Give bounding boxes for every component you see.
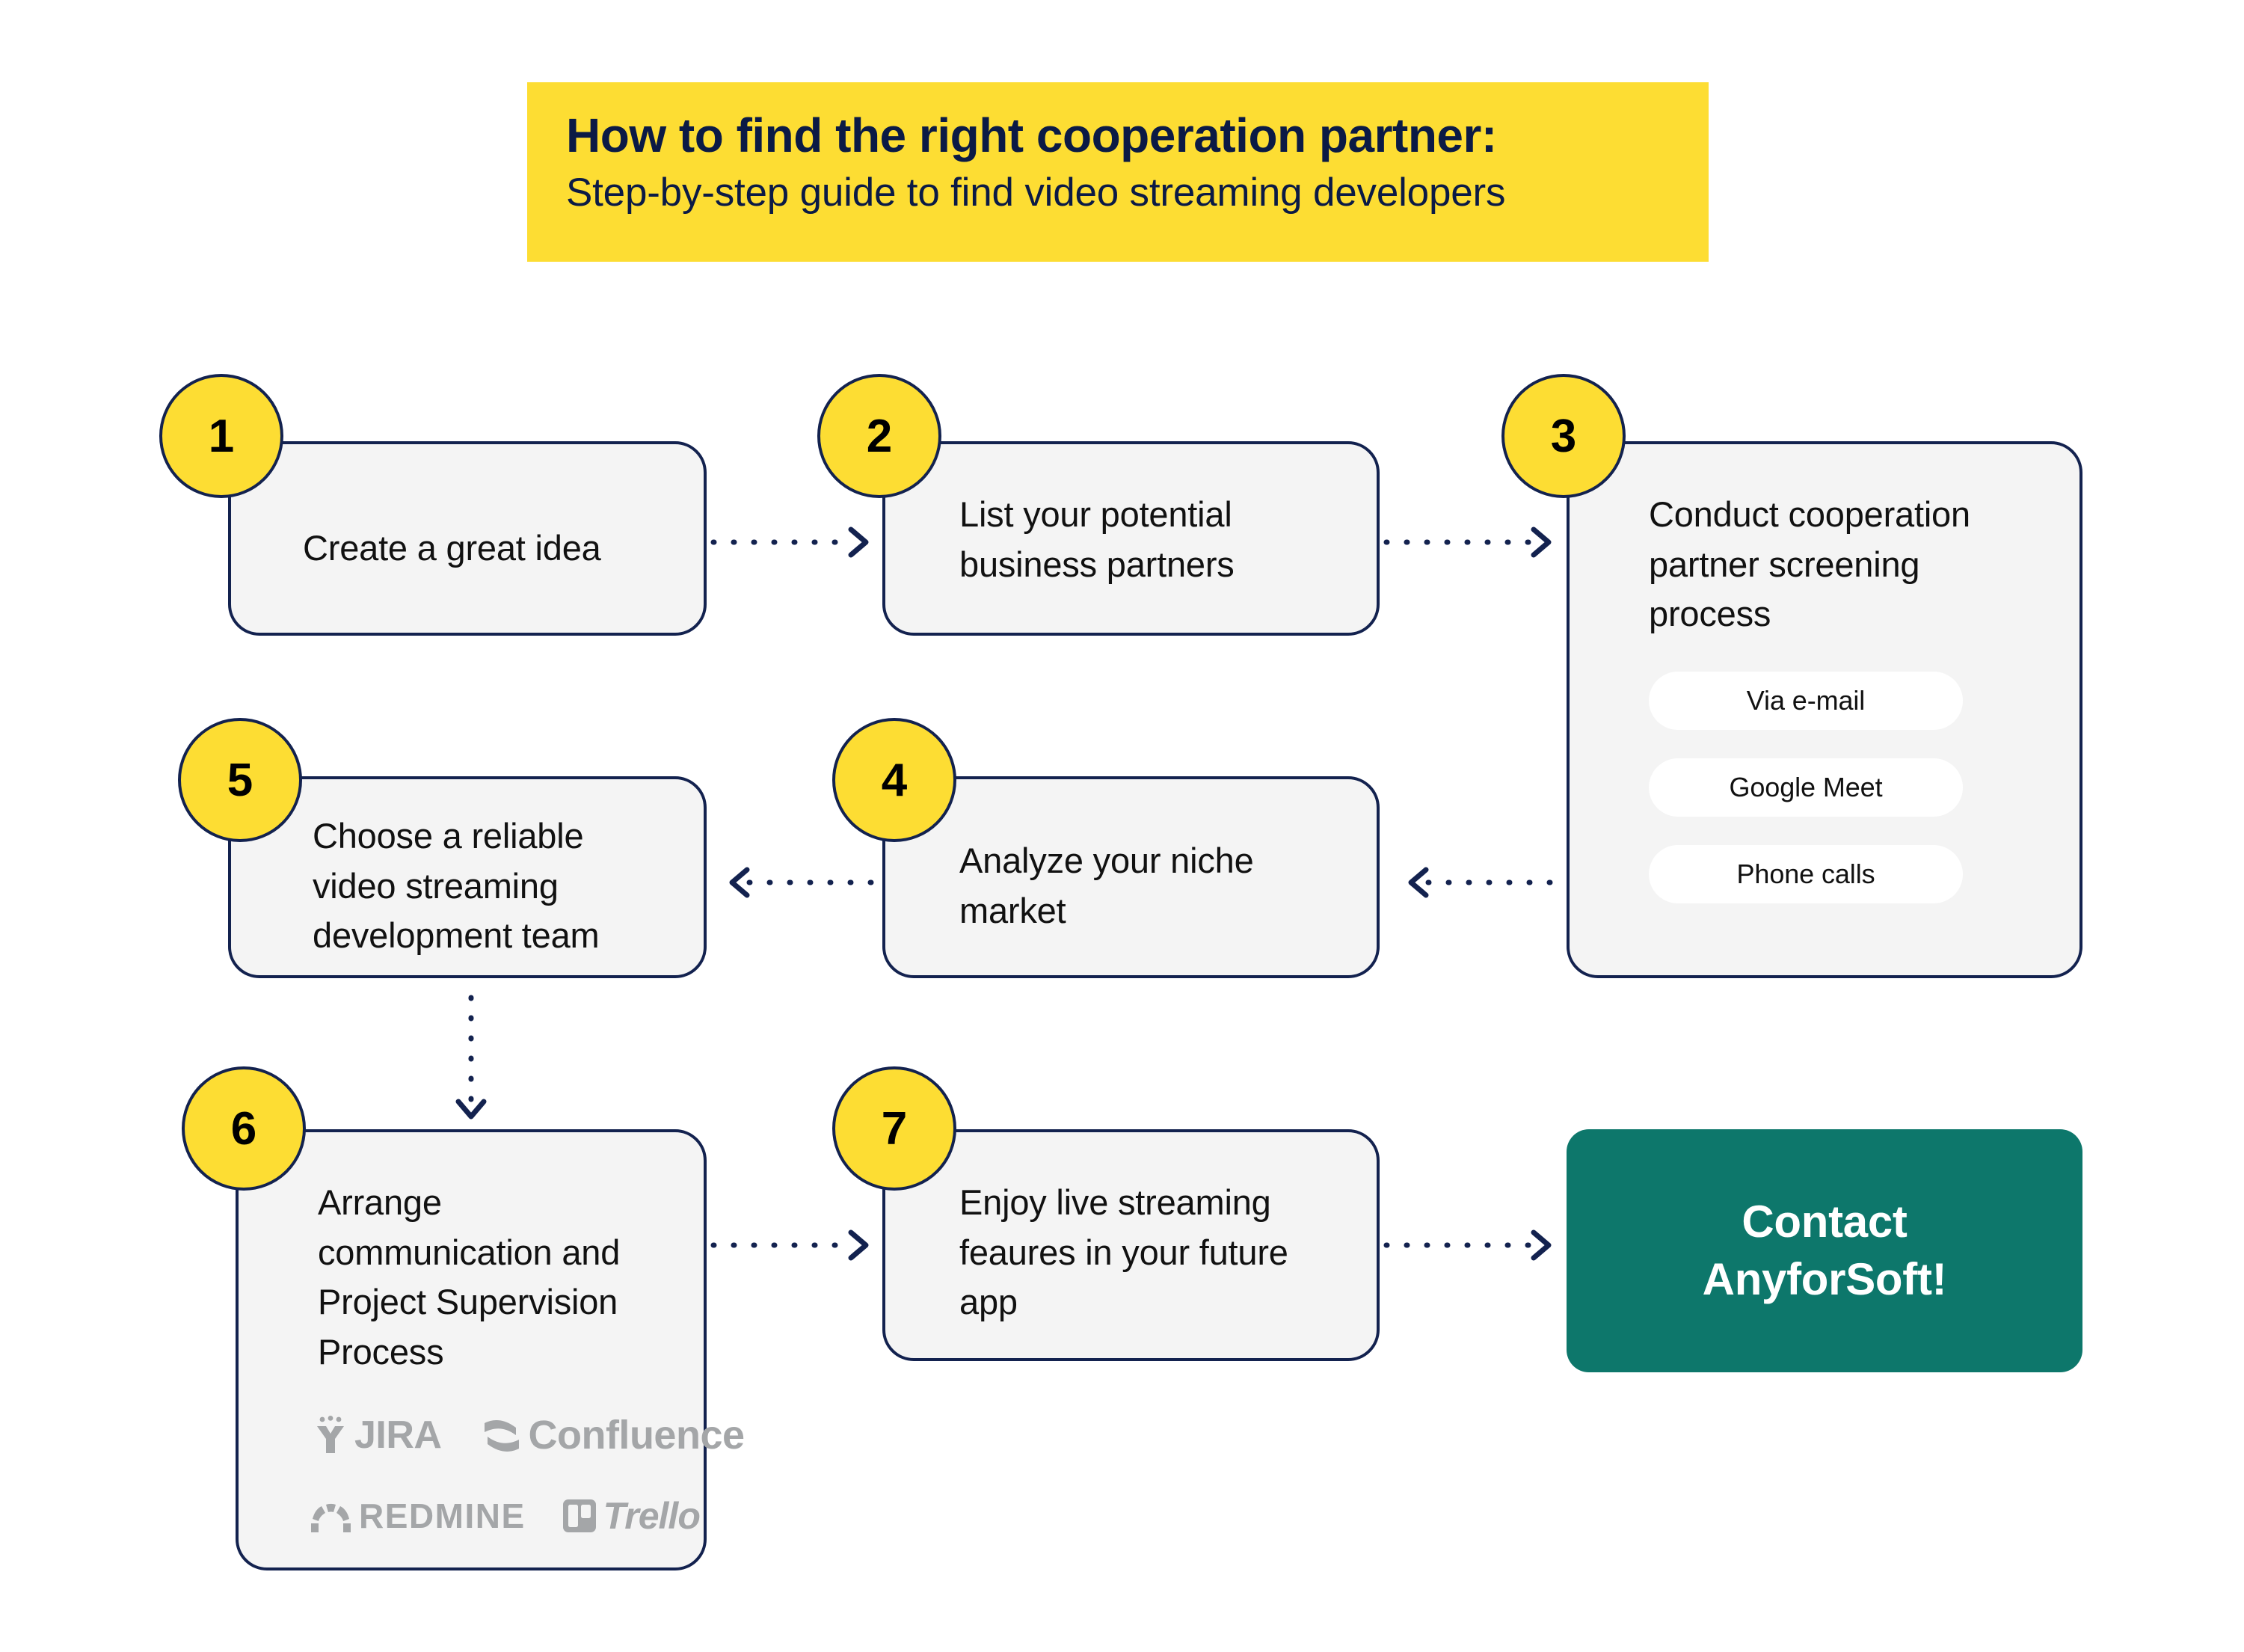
title-block: How to find the right cooperation partne…: [527, 82, 1709, 262]
arrow-step7-to-cta: [1383, 1229, 1552, 1261]
arrow-step5-to-step6: [455, 995, 487, 1120]
trello-logo: Trello: [562, 1494, 701, 1538]
step-label-3: Conduct cooperation partner screening pr…: [1649, 494, 1970, 634]
step-badge-3: 3: [1501, 374, 1626, 498]
page-title: How to find the right cooperation partne…: [566, 108, 1497, 162]
step-label-6: Arrange communication and Project Superv…: [318, 1182, 621, 1372]
step-label-2: List your potential business partners: [959, 494, 1235, 584]
arrow-step6-to-step7: [710, 1229, 869, 1261]
step-badge-7: 7: [832, 1066, 956, 1191]
step-badge-2: 2: [817, 374, 941, 498]
arrow-step3-to-step4: [1408, 867, 1566, 898]
redmine-logo-icon: [311, 1503, 351, 1532]
confluence-logo-text: Confluence: [528, 1413, 745, 1458]
confluence-logo: Confluence: [482, 1412, 745, 1458]
trello-logo-icon: [562, 1499, 596, 1532]
arrow-step4-to-step5: [729, 867, 882, 898]
contact-cta-button[interactable]: Contact AnyforSoft!: [1567, 1129, 2082, 1372]
arrow-step2-to-step3: [1383, 526, 1552, 558]
redmine-logo-text: REDMINE: [359, 1496, 526, 1535]
jira-logo: JIRA: [313, 1413, 442, 1458]
trello-logo-text: Trello: [603, 1495, 701, 1537]
step-badge-6: 6: [182, 1066, 306, 1191]
arrow-step1-to-step2: [710, 526, 869, 558]
cta-line-2: AnyforSoft!: [1702, 1253, 1947, 1304]
step-label-5: Choose a reliable video streaming develo…: [313, 816, 600, 956]
step-badge-1: 1: [159, 374, 283, 498]
step-badge-5: 5: [178, 718, 302, 842]
option-pill-phone-calls[interactable]: Phone calls: [1649, 845, 1963, 903]
confluence-logo-icon: [485, 1420, 520, 1452]
infographic-canvas: How to find the right cooperation partne…: [0, 0, 2244, 1652]
step-badge-4: 4: [832, 718, 956, 842]
tool-logos-row-1: JIRA Confluence: [313, 1412, 745, 1458]
tool-logos-row-2: REDMINE Trello: [308, 1494, 701, 1538]
jira-logo-icon: [317, 1416, 344, 1453]
option-pill-via-email[interactable]: Via e-mail: [1649, 672, 1963, 730]
redmine-logo: REDMINE: [308, 1496, 526, 1536]
jira-logo-text: JIRA: [354, 1413, 442, 1457]
cta-line-1: Contact: [1742, 1196, 1908, 1247]
step-label-1: Create a great idea: [303, 528, 601, 568]
option-pill-google-meet[interactable]: Google Meet: [1649, 758, 1963, 817]
page-subtitle: Step-by-step guide to find video streami…: [566, 170, 1506, 215]
step-label-4: Analyze your niche market: [959, 841, 1254, 930]
step-label-7: Enjoy live streaming feaures in your fut…: [959, 1182, 1288, 1322]
